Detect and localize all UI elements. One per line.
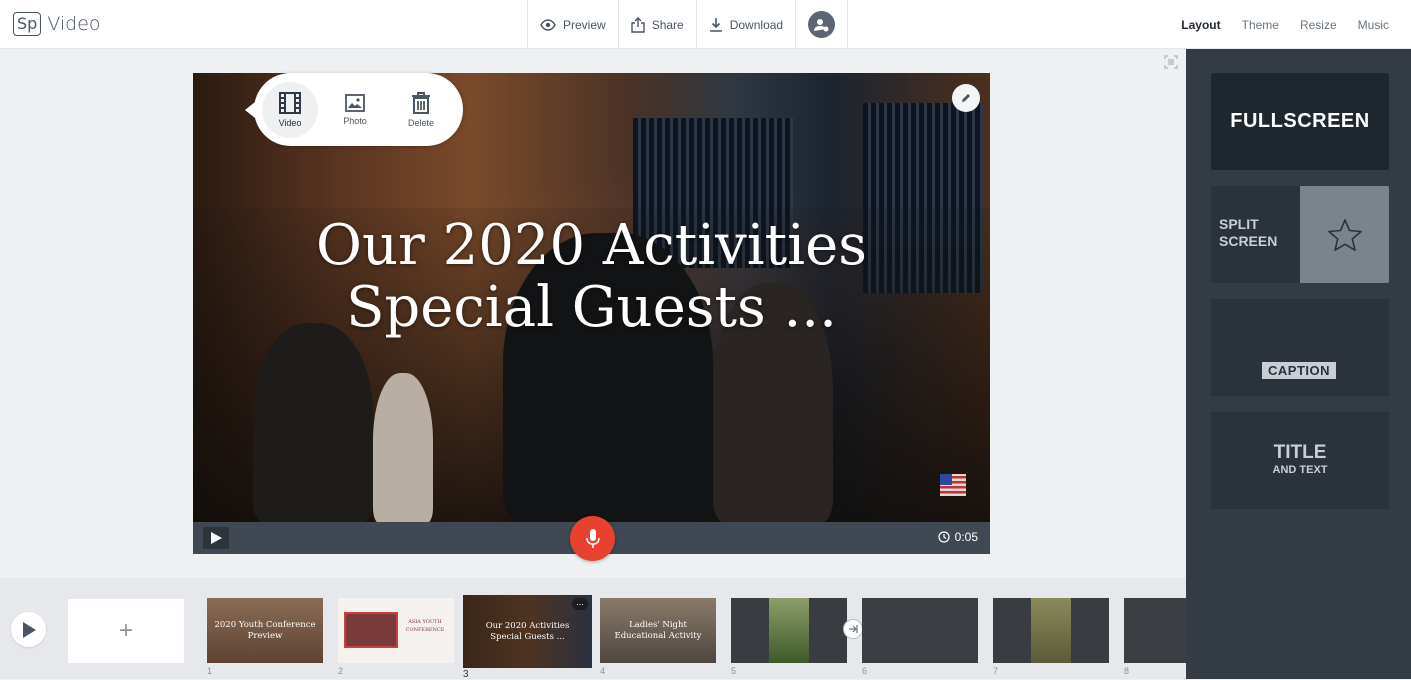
user-add-icon xyxy=(814,18,829,31)
preview-button[interactable]: Preview xyxy=(527,0,618,49)
background-person xyxy=(253,323,373,522)
eye-icon xyxy=(540,18,556,31)
layout-split-screen[interactable]: SPLIT SCREEN xyxy=(1211,186,1389,283)
timeline-slide-number: 6 xyxy=(862,666,868,676)
transition-button[interactable] xyxy=(843,619,863,639)
app-logo[interactable]: Sp Video xyxy=(13,12,101,36)
trash-icon xyxy=(412,91,430,114)
timeline-slide[interactable] xyxy=(1124,598,1186,663)
download-label: Download xyxy=(729,17,784,32)
layout-title-label: TITLE xyxy=(1273,442,1327,463)
edit-slide-button[interactable] xyxy=(952,84,980,112)
timeline-slide-selected[interactable]: Our 2020 Activities Special Guests ... .… xyxy=(463,595,592,668)
timeline-slide-number: 7 xyxy=(993,666,999,676)
layout-caption[interactable]: CAPTION xyxy=(1211,299,1389,396)
split-image-placeholder xyxy=(1300,186,1389,283)
download-icon xyxy=(709,18,722,32)
logo-mark: Sp xyxy=(13,12,42,36)
flag-logo-icon xyxy=(940,474,966,496)
fullscreen-toggle-icon[interactable] xyxy=(1164,55,1178,69)
center-actions: Preview Share Download xyxy=(527,0,849,49)
timeline-slide[interactable] xyxy=(731,598,847,663)
top-bar: Sp Video Preview Share Download Layout T… xyxy=(0,0,1411,49)
film-icon xyxy=(279,91,301,114)
layout-fullscreen-label: FULLSCREEN xyxy=(1230,110,1370,132)
preview-label: Preview xyxy=(563,17,606,32)
tab-resize[interactable]: Resize xyxy=(1300,18,1337,32)
popover-video-label: Video xyxy=(278,117,302,128)
timeline-slide[interactable]: Ladies' Night Educational Activity xyxy=(600,598,716,663)
slide-portrait xyxy=(769,598,809,663)
layout-title-and-text[interactable]: TITLE AND TEXT xyxy=(1211,412,1389,509)
background-person xyxy=(373,373,433,522)
plus-icon: + xyxy=(118,617,133,644)
transition-icon xyxy=(849,625,858,633)
timeline-slide-text: Ladies' Night Educational Activity xyxy=(614,619,702,641)
layout-split-label-1: SPLIT xyxy=(1219,216,1259,232)
timeline-slide-number: 5 xyxy=(731,666,737,676)
app-name: Video xyxy=(47,13,101,35)
layout-title-sub-label: AND TEXT xyxy=(1272,464,1328,476)
download-button[interactable]: Download xyxy=(695,0,795,49)
photo-icon xyxy=(345,93,365,112)
timeline-slide-text: Our 2020 Activities Special Guests ... xyxy=(485,620,570,642)
share-button[interactable]: Share xyxy=(617,0,696,49)
record-voiceover-button[interactable] xyxy=(570,516,615,561)
timeline-slide-number: 8 xyxy=(1124,666,1130,676)
timeline-slide-text: ASIA YOUTH CONFERENCE xyxy=(405,619,445,633)
slide-photo xyxy=(344,612,398,648)
popover-photo-label: Photo xyxy=(343,115,367,126)
slide-title[interactable]: Our 2020 Activities Special Guests ... xyxy=(193,215,990,339)
timeline-slide[interactable]: 2020 Youth Conference Preview xyxy=(207,598,323,663)
popover-delete-label: Delete xyxy=(407,117,434,128)
right-tabs: Layout Theme Resize Music xyxy=(1181,0,1389,49)
timeline-slide[interactable] xyxy=(993,598,1109,663)
popover-video-button[interactable]: Video xyxy=(262,81,318,138)
tab-theme[interactable]: Theme xyxy=(1242,18,1279,32)
share-label: Share xyxy=(651,17,684,32)
share-icon xyxy=(630,16,645,33)
duration[interactable]: 0:05 xyxy=(938,530,978,544)
layout-fullscreen[interactable]: FULLSCREEN xyxy=(1211,73,1389,170)
play-button[interactable] xyxy=(203,527,229,549)
timeline-slide-text: 2020 Youth Conference Preview xyxy=(214,619,316,641)
microphone-icon xyxy=(585,528,600,548)
add-slide-button[interactable]: + xyxy=(68,599,184,663)
layout-caption-label: CAPTION xyxy=(1262,362,1336,379)
play-icon xyxy=(211,532,222,544)
play-icon xyxy=(22,621,36,638)
layout-panel: FULLSCREEN SPLIT SCREEN CAPTION TITLE AN… xyxy=(1186,49,1411,679)
timeline-slide-number: 3 xyxy=(463,669,469,680)
timeline-slide-number: 1 xyxy=(207,666,213,676)
slide-title-line-1: Our 2020 Activities xyxy=(316,213,867,278)
layout-split-label-2: SCREEN xyxy=(1219,233,1278,249)
timeline-slide[interactable]: ASIA YOUTH CONFERENCE xyxy=(338,598,454,663)
media-popover: Video Photo Delete xyxy=(245,73,463,146)
more-options-icon[interactable]: ... xyxy=(572,598,588,610)
timeline: + 2020 Youth Conference Preview 1 ASIA Y… xyxy=(0,578,1186,680)
tab-layout[interactable]: Layout xyxy=(1181,18,1220,32)
timeline-slide[interactable] xyxy=(862,598,978,663)
slide-title-line-2: Special Guests ... xyxy=(346,275,837,340)
account-button[interactable] xyxy=(795,0,849,49)
tab-music[interactable]: Music xyxy=(1358,18,1389,32)
star-icon xyxy=(1327,218,1362,251)
pencil-icon xyxy=(962,94,970,102)
timeline-slide-number: 4 xyxy=(600,666,606,676)
avatar xyxy=(808,11,836,38)
timeline-slide-number: 2 xyxy=(338,666,344,676)
slide-portrait xyxy=(1031,598,1071,663)
clock-icon xyxy=(938,531,950,543)
popover-photo-button[interactable]: Photo xyxy=(322,93,388,126)
timeline-play-button[interactable] xyxy=(11,612,46,647)
popover-delete-button[interactable]: Delete xyxy=(388,91,454,128)
duration-label: 0:05 xyxy=(954,530,978,544)
